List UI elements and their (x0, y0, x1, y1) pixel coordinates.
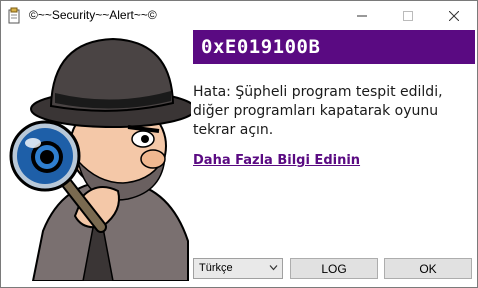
log-button[interactable]: LOG (290, 258, 378, 279)
language-select-value: Türkçe (199, 262, 233, 274)
error-code: 0xE019100B (201, 36, 321, 58)
chevron-down-icon (269, 263, 278, 275)
error-header: 0xE019100B (193, 30, 475, 64)
maximize-icon (403, 11, 413, 21)
detective-illustration (3, 31, 196, 282)
alert-window: ©~~Security~~Alert~~© 0xE019100B Hata: Ş… (0, 0, 478, 288)
minimize-icon (357, 15, 367, 17)
app-icon (7, 7, 23, 25)
error-message: Hata: Şüpheli program tespit edildi, diğ… (193, 84, 443, 138)
maximize-button[interactable] (385, 1, 431, 31)
window-title: ©~~Security~~Alert~~© (29, 8, 157, 22)
ok-button[interactable]: OK (384, 258, 472, 279)
minimize-button[interactable] (339, 1, 385, 31)
close-button[interactable] (431, 1, 477, 31)
language-select[interactable]: Türkçe (193, 258, 283, 279)
title-bar[interactable]: ©~~Security~~Alert~~© (1, 1, 477, 31)
more-info-link[interactable]: Daha Fazla Bilgi Edinin (193, 153, 360, 168)
close-icon (449, 11, 459, 21)
